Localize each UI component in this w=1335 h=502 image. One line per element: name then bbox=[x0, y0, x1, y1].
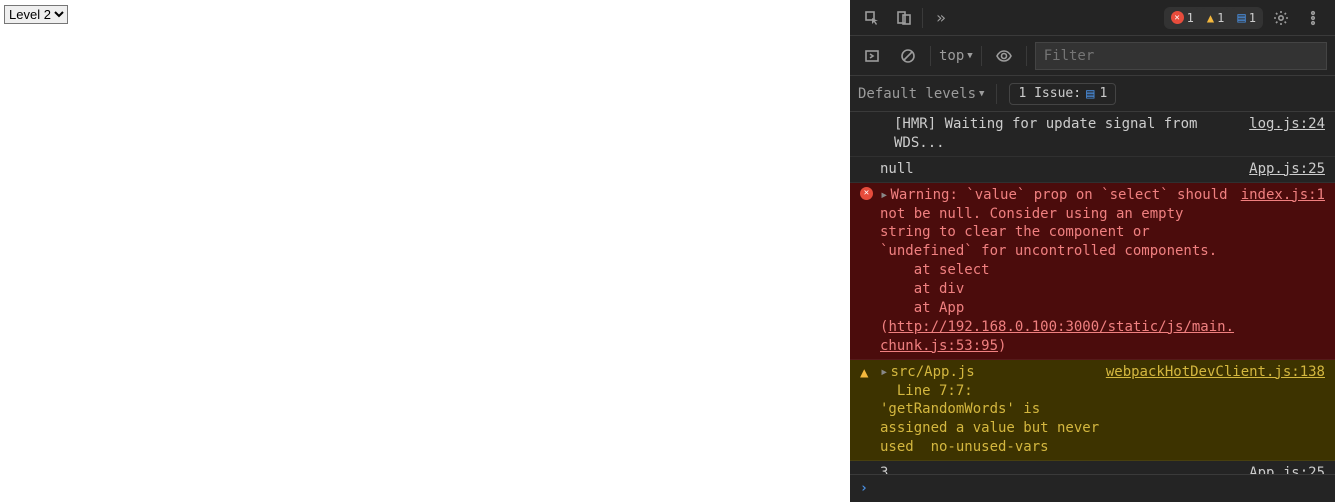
devtools-panel: » ✕1 ▲1 ▤1 top▼ Default levels▼ 1 Issue:… bbox=[850, 0, 1335, 502]
devtools-top-toolbar: » ✕1 ▲1 ▤1 bbox=[850, 0, 1335, 36]
source-link[interactable]: App.js:25 bbox=[1249, 160, 1325, 179]
message-text: [HMR] Waiting for update signal from WDS… bbox=[894, 115, 1243, 153]
console-message: 3 App.js:25 bbox=[850, 461, 1335, 474]
console-message: null App.js:25 bbox=[850, 157, 1335, 183]
console-message: ✕▸Warning: `value` prop on `select` shou… bbox=[850, 183, 1335, 360]
device-toggle-icon[interactable] bbox=[890, 4, 918, 32]
source-link[interactable]: log.js:24 bbox=[1249, 115, 1325, 153]
warning-icon: ▲ bbox=[860, 363, 874, 457]
more-tabs-chevron-icon[interactable]: » bbox=[927, 4, 955, 32]
inspect-element-icon[interactable] bbox=[858, 4, 886, 32]
issue-chat-icon: ▤ bbox=[1086, 86, 1094, 102]
chevron-down-icon: ▼ bbox=[979, 89, 984, 99]
console-message: [HMR] Waiting for update signal from WDS… bbox=[850, 112, 1335, 157]
message-text: 3 bbox=[880, 464, 1243, 474]
error-icon: ✕ bbox=[1171, 11, 1184, 24]
settings-gear-icon[interactable] bbox=[1267, 4, 1295, 32]
message-text: ▸src/App.js Line 7:7: 'getRandomWords' i… bbox=[880, 363, 1100, 457]
console-toolbar: top▼ bbox=[850, 36, 1335, 76]
issue-icon: ▤ bbox=[1237, 10, 1245, 26]
level-select[interactable]: Level 1Level 2Level 3 bbox=[4, 5, 68, 24]
warning-count: 1 bbox=[1217, 11, 1224, 25]
console-prompt[interactable]: › bbox=[850, 474, 1335, 502]
log-levels-selector[interactable]: Default levels▼ bbox=[858, 86, 984, 102]
source-link[interactable]: App.js:25 bbox=[1249, 464, 1325, 474]
message-text: ▸Warning: `value` prop on `select` shoul… bbox=[880, 186, 1235, 356]
console-sidebar-toggle-icon[interactable] bbox=[858, 42, 886, 70]
message-text: null bbox=[880, 160, 1243, 179]
source-link[interactable]: index.js:1 bbox=[1241, 186, 1325, 356]
issue-count-badge: 1 bbox=[1249, 11, 1256, 25]
stack-link[interactable]: http://192.168.0.100:3000/static/js/main… bbox=[880, 319, 1234, 354]
warning-icon: ▲ bbox=[1207, 11, 1214, 25]
kebab-menu-icon[interactable] bbox=[1299, 4, 1327, 32]
issues-button[interactable]: 1 Issue: ▤ 1 bbox=[1009, 83, 1116, 105]
filter-input[interactable] bbox=[1035, 42, 1327, 70]
error-count: 1 bbox=[1187, 11, 1194, 25]
live-expression-eye-icon[interactable] bbox=[990, 42, 1018, 70]
clear-console-icon[interactable] bbox=[894, 42, 922, 70]
expand-triangle-icon[interactable]: ▸ bbox=[880, 364, 888, 380]
chevron-down-icon: ▼ bbox=[967, 51, 972, 61]
console-message: ▲▸src/App.js Line 7:7: 'getRandomWords' … bbox=[850, 360, 1335, 461]
error-icon: ✕ bbox=[860, 186, 874, 356]
status-badges[interactable]: ✕1 ▲1 ▤1 bbox=[1164, 7, 1263, 29]
console-messages: [HMR] Waiting for update signal from WDS… bbox=[850, 112, 1335, 474]
context-selector[interactable]: top▼ bbox=[939, 48, 973, 64]
console-filter-bar: Default levels▼ 1 Issue: ▤ 1 bbox=[850, 76, 1335, 112]
expand-triangle-icon[interactable]: ▸ bbox=[880, 187, 888, 203]
source-link[interactable]: webpackHotDevClient.js:138 bbox=[1106, 363, 1325, 457]
